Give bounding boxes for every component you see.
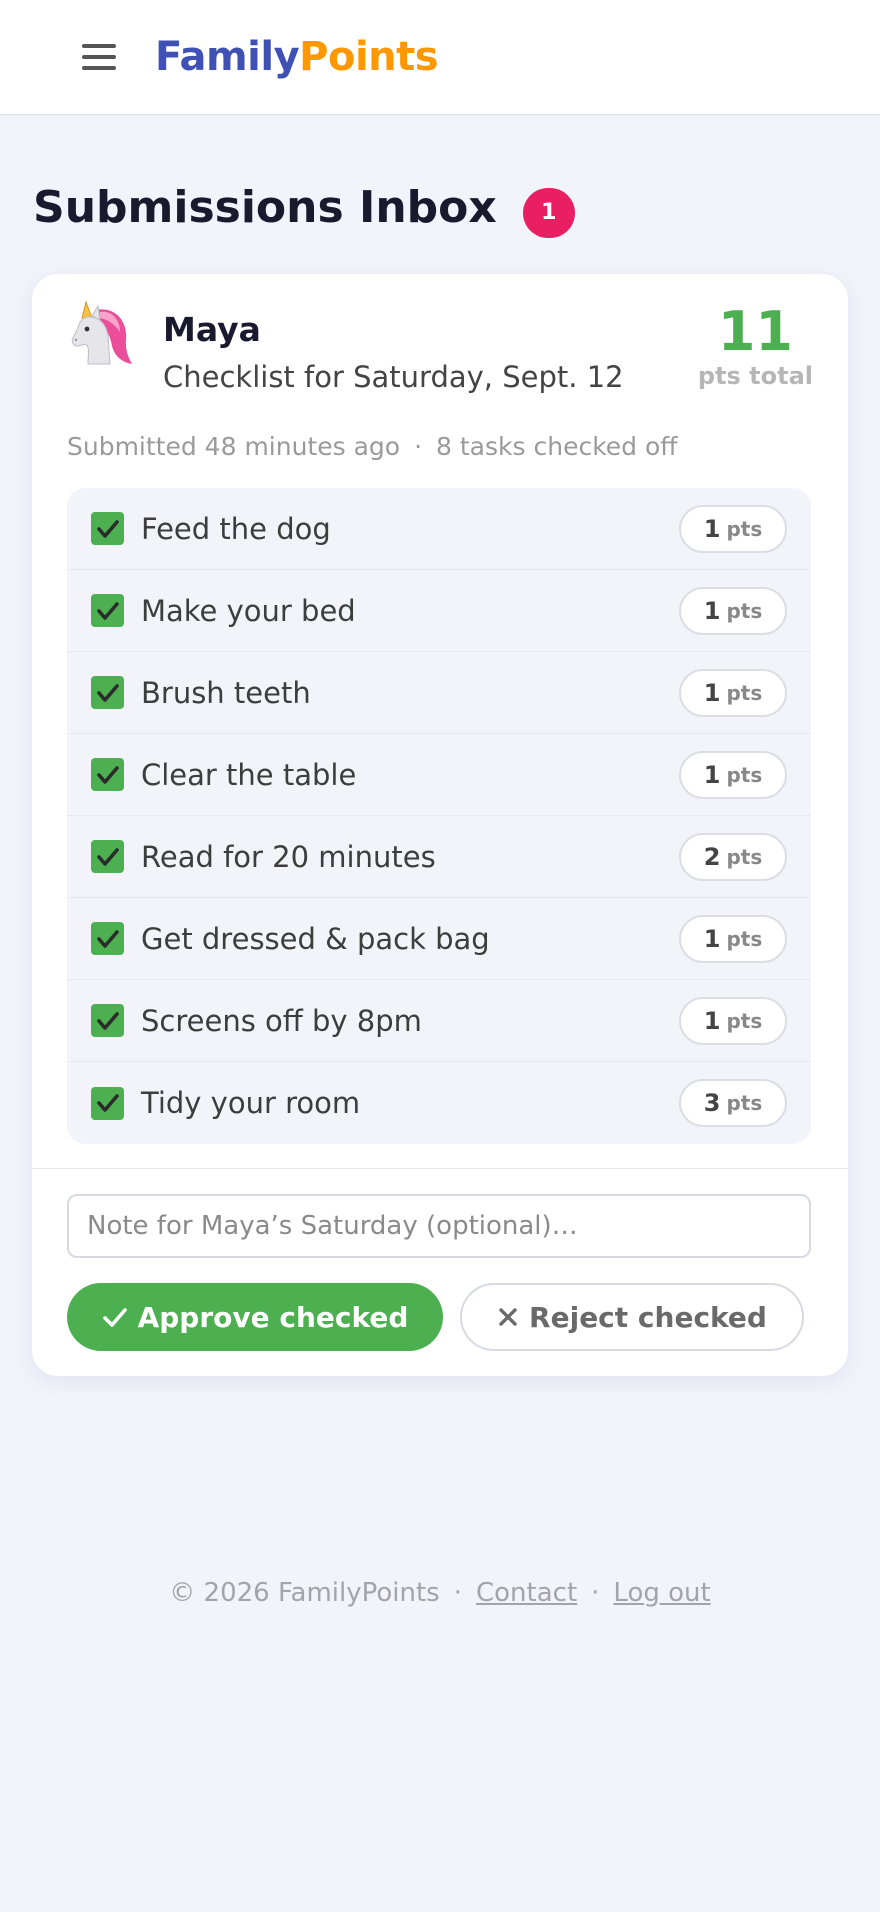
task-checkbox[interactable] xyxy=(91,1004,124,1037)
hamburger-menu-icon[interactable] xyxy=(82,41,116,73)
task-label: Brush teeth xyxy=(141,675,311,710)
task-points-pill: 1 pts xyxy=(679,914,787,963)
footer-separator: · xyxy=(591,1578,600,1608)
task-label: Get dressed & pack bag xyxy=(141,921,490,956)
task-row: Read for 20 minutes 2 pts xyxy=(67,816,811,898)
task-checkbox[interactable] xyxy=(91,594,124,627)
task-points-pill: 1 pts xyxy=(679,504,787,553)
task-row: Tidy your room 3 pts xyxy=(67,1062,811,1144)
page-title-row: Submissions Inbox 1 xyxy=(33,160,880,255)
task-label: Clear the table xyxy=(141,757,357,792)
checkmark-icon xyxy=(96,847,119,866)
task-points-unit: pts xyxy=(726,598,763,623)
task-points-unit: pts xyxy=(726,1008,763,1033)
brand-name-part2: Points xyxy=(299,34,439,80)
task-points-value: 1 xyxy=(703,678,721,707)
pending-count-badge: 1 xyxy=(522,187,575,238)
task-points-value: 1 xyxy=(703,1006,721,1035)
task-points-value: 2 xyxy=(703,842,721,871)
task-checkbox[interactable] xyxy=(91,676,124,709)
brand-name-part1: Family xyxy=(155,34,300,80)
checkmark-icon xyxy=(96,765,119,784)
reject-checked-label: Reject checked xyxy=(529,1300,767,1334)
task-points-value: 1 xyxy=(703,596,721,625)
task-points-pill: 3 pts xyxy=(679,1079,787,1127)
checklist-title: Checklist for Saturday, Sept. 12 xyxy=(163,360,624,394)
submission-header: Maya Checklist for Saturday, Sept. 12 11… xyxy=(32,274,848,426)
task-row: Feed the dog 1 pts xyxy=(67,488,811,570)
points-total-value: 11 xyxy=(717,300,793,363)
task-label: Tidy your room xyxy=(141,1086,361,1120)
task-points-unit: pts xyxy=(726,844,763,869)
task-points-unit: pts xyxy=(726,680,763,705)
checkmark-icon xyxy=(96,1094,119,1112)
note-input[interactable] xyxy=(67,1194,811,1258)
task-row: Get dressed & pack bag 1 pts xyxy=(67,898,811,980)
task-points-pill: 2 pts xyxy=(679,832,787,881)
task-points-pill: 1 pts xyxy=(679,668,787,717)
reject-checked-button[interactable]: Reject checked xyxy=(460,1283,804,1351)
close-icon xyxy=(497,1306,519,1328)
footer-copyright: © 2026 FamilyPoints xyxy=(169,1578,440,1608)
meta-separator: · xyxy=(414,432,423,461)
checkmark-icon xyxy=(96,683,119,702)
task-points-pill: 1 pts xyxy=(679,586,787,635)
task-points-unit: pts xyxy=(726,762,763,787)
points-total-label: pts total xyxy=(697,362,813,390)
tasks-checked-count: 8 tasks checked off xyxy=(436,432,678,461)
approve-checked-button[interactable]: Approve checked xyxy=(67,1283,443,1351)
task-label: Feed the dog xyxy=(141,511,331,546)
task-checkbox[interactable] xyxy=(91,1086,124,1120)
task-points-value: 3 xyxy=(703,1089,721,1117)
task-checkbox[interactable] xyxy=(91,512,124,545)
logout-link[interactable]: Log out xyxy=(613,1578,710,1608)
card-divider xyxy=(32,1168,848,1169)
task-checkbox[interactable] xyxy=(91,840,124,873)
task-points-unit: pts xyxy=(726,926,763,951)
task-label: Screens off by 8pm xyxy=(141,1003,422,1038)
task-row: Brush teeth 1 pts xyxy=(67,652,811,734)
submitted-time: Submitted 48 minutes ago xyxy=(67,432,401,461)
kid-name: Maya xyxy=(163,310,261,349)
brand-logo[interactable]: FamilyPoints xyxy=(155,34,439,80)
check-icon xyxy=(102,1304,128,1330)
submission-meta: Submitted 48 minutes ago · 8 tasks checked… xyxy=(67,432,678,461)
checkmark-icon xyxy=(96,601,119,620)
task-row: Make your bed 1 pts xyxy=(67,570,811,652)
task-row: Screens off by 8pm 1 pts xyxy=(67,980,811,1062)
footer-separator: · xyxy=(453,1578,462,1608)
task-checkbox[interactable] xyxy=(91,758,124,791)
task-points-value: 1 xyxy=(703,924,721,953)
task-points-value: 1 xyxy=(703,514,721,543)
checkmark-icon xyxy=(96,929,119,948)
task-label: Make your bed xyxy=(141,593,356,628)
task-label: Read for 20 minutes xyxy=(141,839,436,874)
page-footer: © 2026 FamilyPoints · Contact · Log out xyxy=(0,1578,880,1608)
task-points-value: 1 xyxy=(703,760,721,789)
task-points-pill: 1 pts xyxy=(679,750,787,799)
submission-card: Maya Checklist for Saturday, Sept. 12 11… xyxy=(32,274,848,1376)
points-total: 11 pts total xyxy=(697,300,813,391)
task-points-unit: pts xyxy=(726,1091,763,1115)
contact-link[interactable]: Contact xyxy=(476,1578,577,1608)
approve-checked-label: Approve checked xyxy=(137,1300,409,1334)
page-title: Submissions Inbox xyxy=(33,182,497,233)
task-list: Feed the dog 1 pts Make your bed 1 pts Brush t… xyxy=(67,488,811,1144)
checkmark-icon xyxy=(96,519,119,538)
task-row: Clear the table 1 pts xyxy=(67,734,811,816)
task-checkbox[interactable] xyxy=(91,922,124,955)
task-points-unit: pts xyxy=(726,516,763,541)
unicorn-icon xyxy=(70,298,134,368)
task-points-pill: 1 pts xyxy=(679,996,787,1045)
top-navbar: FamilyPoints xyxy=(0,0,880,115)
checkmark-icon xyxy=(96,1011,119,1030)
